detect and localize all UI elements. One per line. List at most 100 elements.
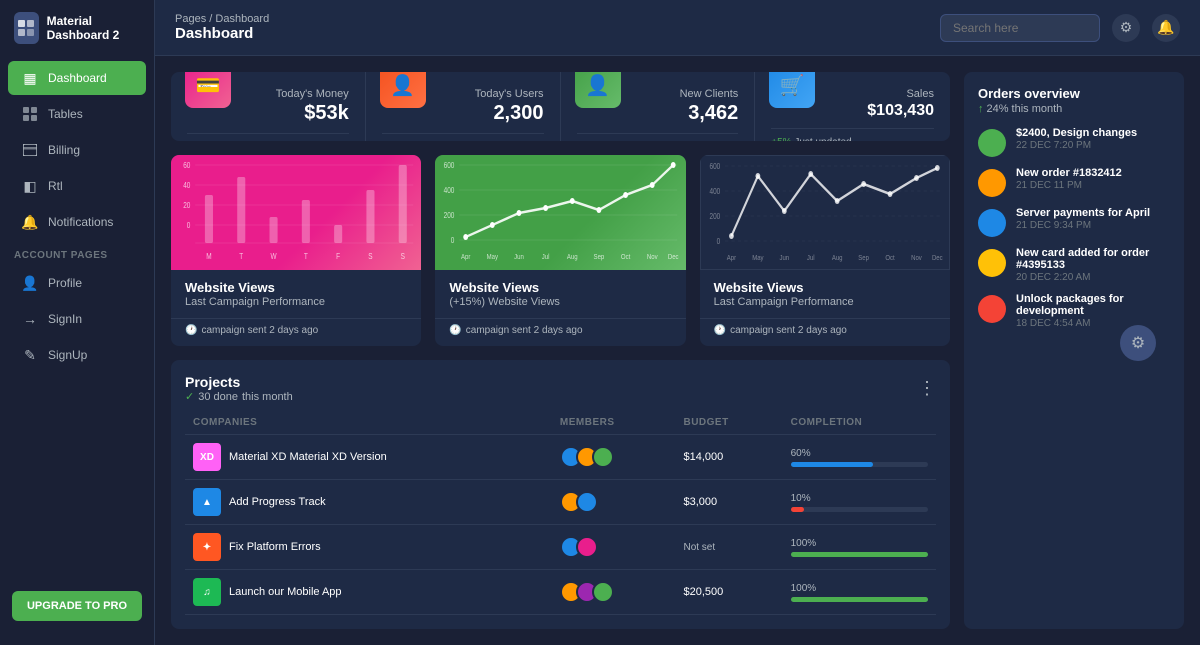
sidebar-label-signin: SignIn xyxy=(48,312,82,326)
table-row: XDMaterial XD Material XD Version$14,000… xyxy=(185,435,936,480)
sidebar-item-profile[interactable]: 👤 Profile xyxy=(8,266,146,300)
progress-bar-container xyxy=(791,552,928,557)
breadcrumb-area: Pages / Dashboard Dashboard xyxy=(175,13,269,42)
sidebar-item-dashboard[interactable]: ▦ Dashboard xyxy=(8,61,146,95)
signin-icon: → xyxy=(22,311,38,327)
sales-footer: +5% Just updated xyxy=(771,128,934,141)
bell-icon[interactable]: 🔔 xyxy=(1152,14,1180,42)
project-members-cell xyxy=(552,435,676,480)
sidebar-item-billing[interactable]: Billing xyxy=(8,133,146,167)
upgrade-button[interactable]: UPGRADE TO PRO xyxy=(12,591,142,621)
settings-icon[interactable]: ⚙ xyxy=(1112,14,1140,42)
member-avatar xyxy=(576,491,598,513)
member-avatar xyxy=(576,536,598,558)
member-avatar xyxy=(592,581,614,603)
order-item: New order #1832412 21 DEC 11 PM xyxy=(978,167,1170,197)
progress-bar-container xyxy=(791,597,928,602)
search-input[interactable] xyxy=(940,14,1100,42)
stat-cards: 💳 Today's Money $53k +55% than last week… xyxy=(171,72,950,141)
col-completion: COMPLETION xyxy=(783,411,936,435)
projects-done-count: 30 done xyxy=(198,391,238,403)
svg-text:W: W xyxy=(271,251,277,261)
chart-line-green: 600 400 200 0 xyxy=(435,155,685,346)
header: Pages / Dashboard Dashboard ⚙ 🔔 xyxy=(155,0,1200,56)
completion-pct: 100% xyxy=(791,583,928,594)
sidebar-item-tables[interactable]: Tables xyxy=(8,97,146,131)
svg-text:Nov: Nov xyxy=(911,254,922,262)
chart-line-dark-title: Website Views xyxy=(714,280,936,295)
projects-title: Projects xyxy=(185,374,293,390)
completion-pct: 60% xyxy=(791,448,928,459)
svg-text:20: 20 xyxy=(183,200,190,210)
sidebar-item-signin[interactable]: → SignIn xyxy=(8,302,146,336)
svg-text:40: 40 xyxy=(183,180,190,190)
sidebar-item-notifications[interactable]: 🔔 Notifications xyxy=(8,205,146,239)
svg-text:May: May xyxy=(752,254,764,262)
projects-header: Projects ✓ 30 done this month ⋮ xyxy=(185,374,936,403)
project-budget-cell: Not set xyxy=(675,525,782,570)
chart-line-dark-subtitle: Last Campaign Performance xyxy=(714,296,936,308)
project-members-cell xyxy=(552,525,676,570)
orders-list: $2400, Design changes 22 DEC 7:20 PM New… xyxy=(978,127,1170,329)
chart-line-green-info: Website Views (+15%) Website Views xyxy=(435,270,685,318)
settings-fab[interactable]: ⚙ xyxy=(1120,325,1156,361)
svg-text:400: 400 xyxy=(709,186,720,196)
project-completion-cell: 100% xyxy=(783,570,936,615)
svg-text:May: May xyxy=(487,253,499,261)
project-name: Fix Platform Errors xyxy=(229,541,321,553)
sidebar-label-notifications: Notifications xyxy=(48,215,113,229)
svg-text:S: S xyxy=(368,251,372,261)
order-text: New card added for order #4395133 20 DEC… xyxy=(1016,247,1170,283)
svg-text:M: M xyxy=(206,251,211,261)
charts-row: .cl{fill:rgba(255,255,255,0.3)} 60 40 xyxy=(171,155,950,346)
project-members-cell xyxy=(552,480,676,525)
chart-line-green-footer-text: campaign sent 2 days ago xyxy=(466,325,583,336)
svg-text:60: 60 xyxy=(183,160,190,170)
app-name: Material Dashboard 2 xyxy=(47,14,140,42)
col-companies: COMPANIES xyxy=(185,411,552,435)
member-avatar xyxy=(592,446,614,468)
order-date: 22 DEC 7:20 PM xyxy=(1016,140,1137,151)
project-budget-cell: $3,000 xyxy=(675,480,782,525)
projects-menu-dots[interactable]: ⋮ xyxy=(918,378,936,399)
breadcrumb: Pages / Dashboard xyxy=(175,13,269,25)
profile-icon: 👤 xyxy=(22,275,38,291)
order-dot xyxy=(978,295,1006,323)
completion-pct: 10% xyxy=(791,493,928,504)
project-completion-cell: 10% xyxy=(783,480,936,525)
progress-bar xyxy=(791,552,928,557)
svg-text:Jun: Jun xyxy=(779,254,789,262)
breadcrumb-root: Pages xyxy=(175,13,206,25)
chart-line-green-title: Website Views xyxy=(449,280,671,295)
sidebar-label-profile: Profile xyxy=(48,276,82,290)
project-company-cell: ▲Add Progress Track xyxy=(185,480,552,525)
svg-text:Apr: Apr xyxy=(726,254,736,262)
project-budget-cell: $14,000 xyxy=(675,435,782,480)
rtl-icon: ◧ xyxy=(22,178,38,194)
col-members: MEMBERS xyxy=(552,411,676,435)
svg-text:T: T xyxy=(239,251,243,261)
svg-text:Oct: Oct xyxy=(621,253,630,261)
svg-text:Sep: Sep xyxy=(858,254,869,262)
order-title: $2400, Design changes xyxy=(1016,127,1137,139)
completion-pct: 100% xyxy=(791,538,928,549)
clients-icon: 👤 xyxy=(575,72,621,108)
chart-bar-area: .cl{fill:rgba(255,255,255,0.3)} 60 40 xyxy=(171,155,421,270)
sales-icon: 🛒 xyxy=(769,72,815,108)
project-name: Material XD Material XD Version xyxy=(229,451,387,463)
order-item: $2400, Design changes 22 DEC 7:20 PM xyxy=(978,127,1170,157)
svg-text:Jul: Jul xyxy=(807,254,815,262)
notifications-icon: 🔔 xyxy=(22,214,38,230)
order-date: 21 DEC 11 PM xyxy=(1016,180,1122,191)
svg-text:S: S xyxy=(401,251,405,261)
svg-text:Aug: Aug xyxy=(567,253,578,261)
projects-table: COMPANIES MEMBERS BUDGET COMPLETION XDMa… xyxy=(185,411,936,615)
chart-bar-subtitle: Last Campaign Performance xyxy=(185,296,407,308)
sidebar-label-rtl: Rtl xyxy=(48,179,63,193)
sidebar-item-signup[interactable]: ✎ SignUp xyxy=(8,338,146,372)
order-date: 21 DEC 9:34 PM xyxy=(1016,220,1150,231)
sidebar-label-billing: Billing xyxy=(48,143,80,157)
project-name: Add Progress Track xyxy=(229,496,326,508)
chart-bar-footer: 🕐 campaign sent 2 days ago xyxy=(171,318,421,346)
sidebar-item-rtl[interactable]: ◧ Rtl xyxy=(8,169,146,203)
